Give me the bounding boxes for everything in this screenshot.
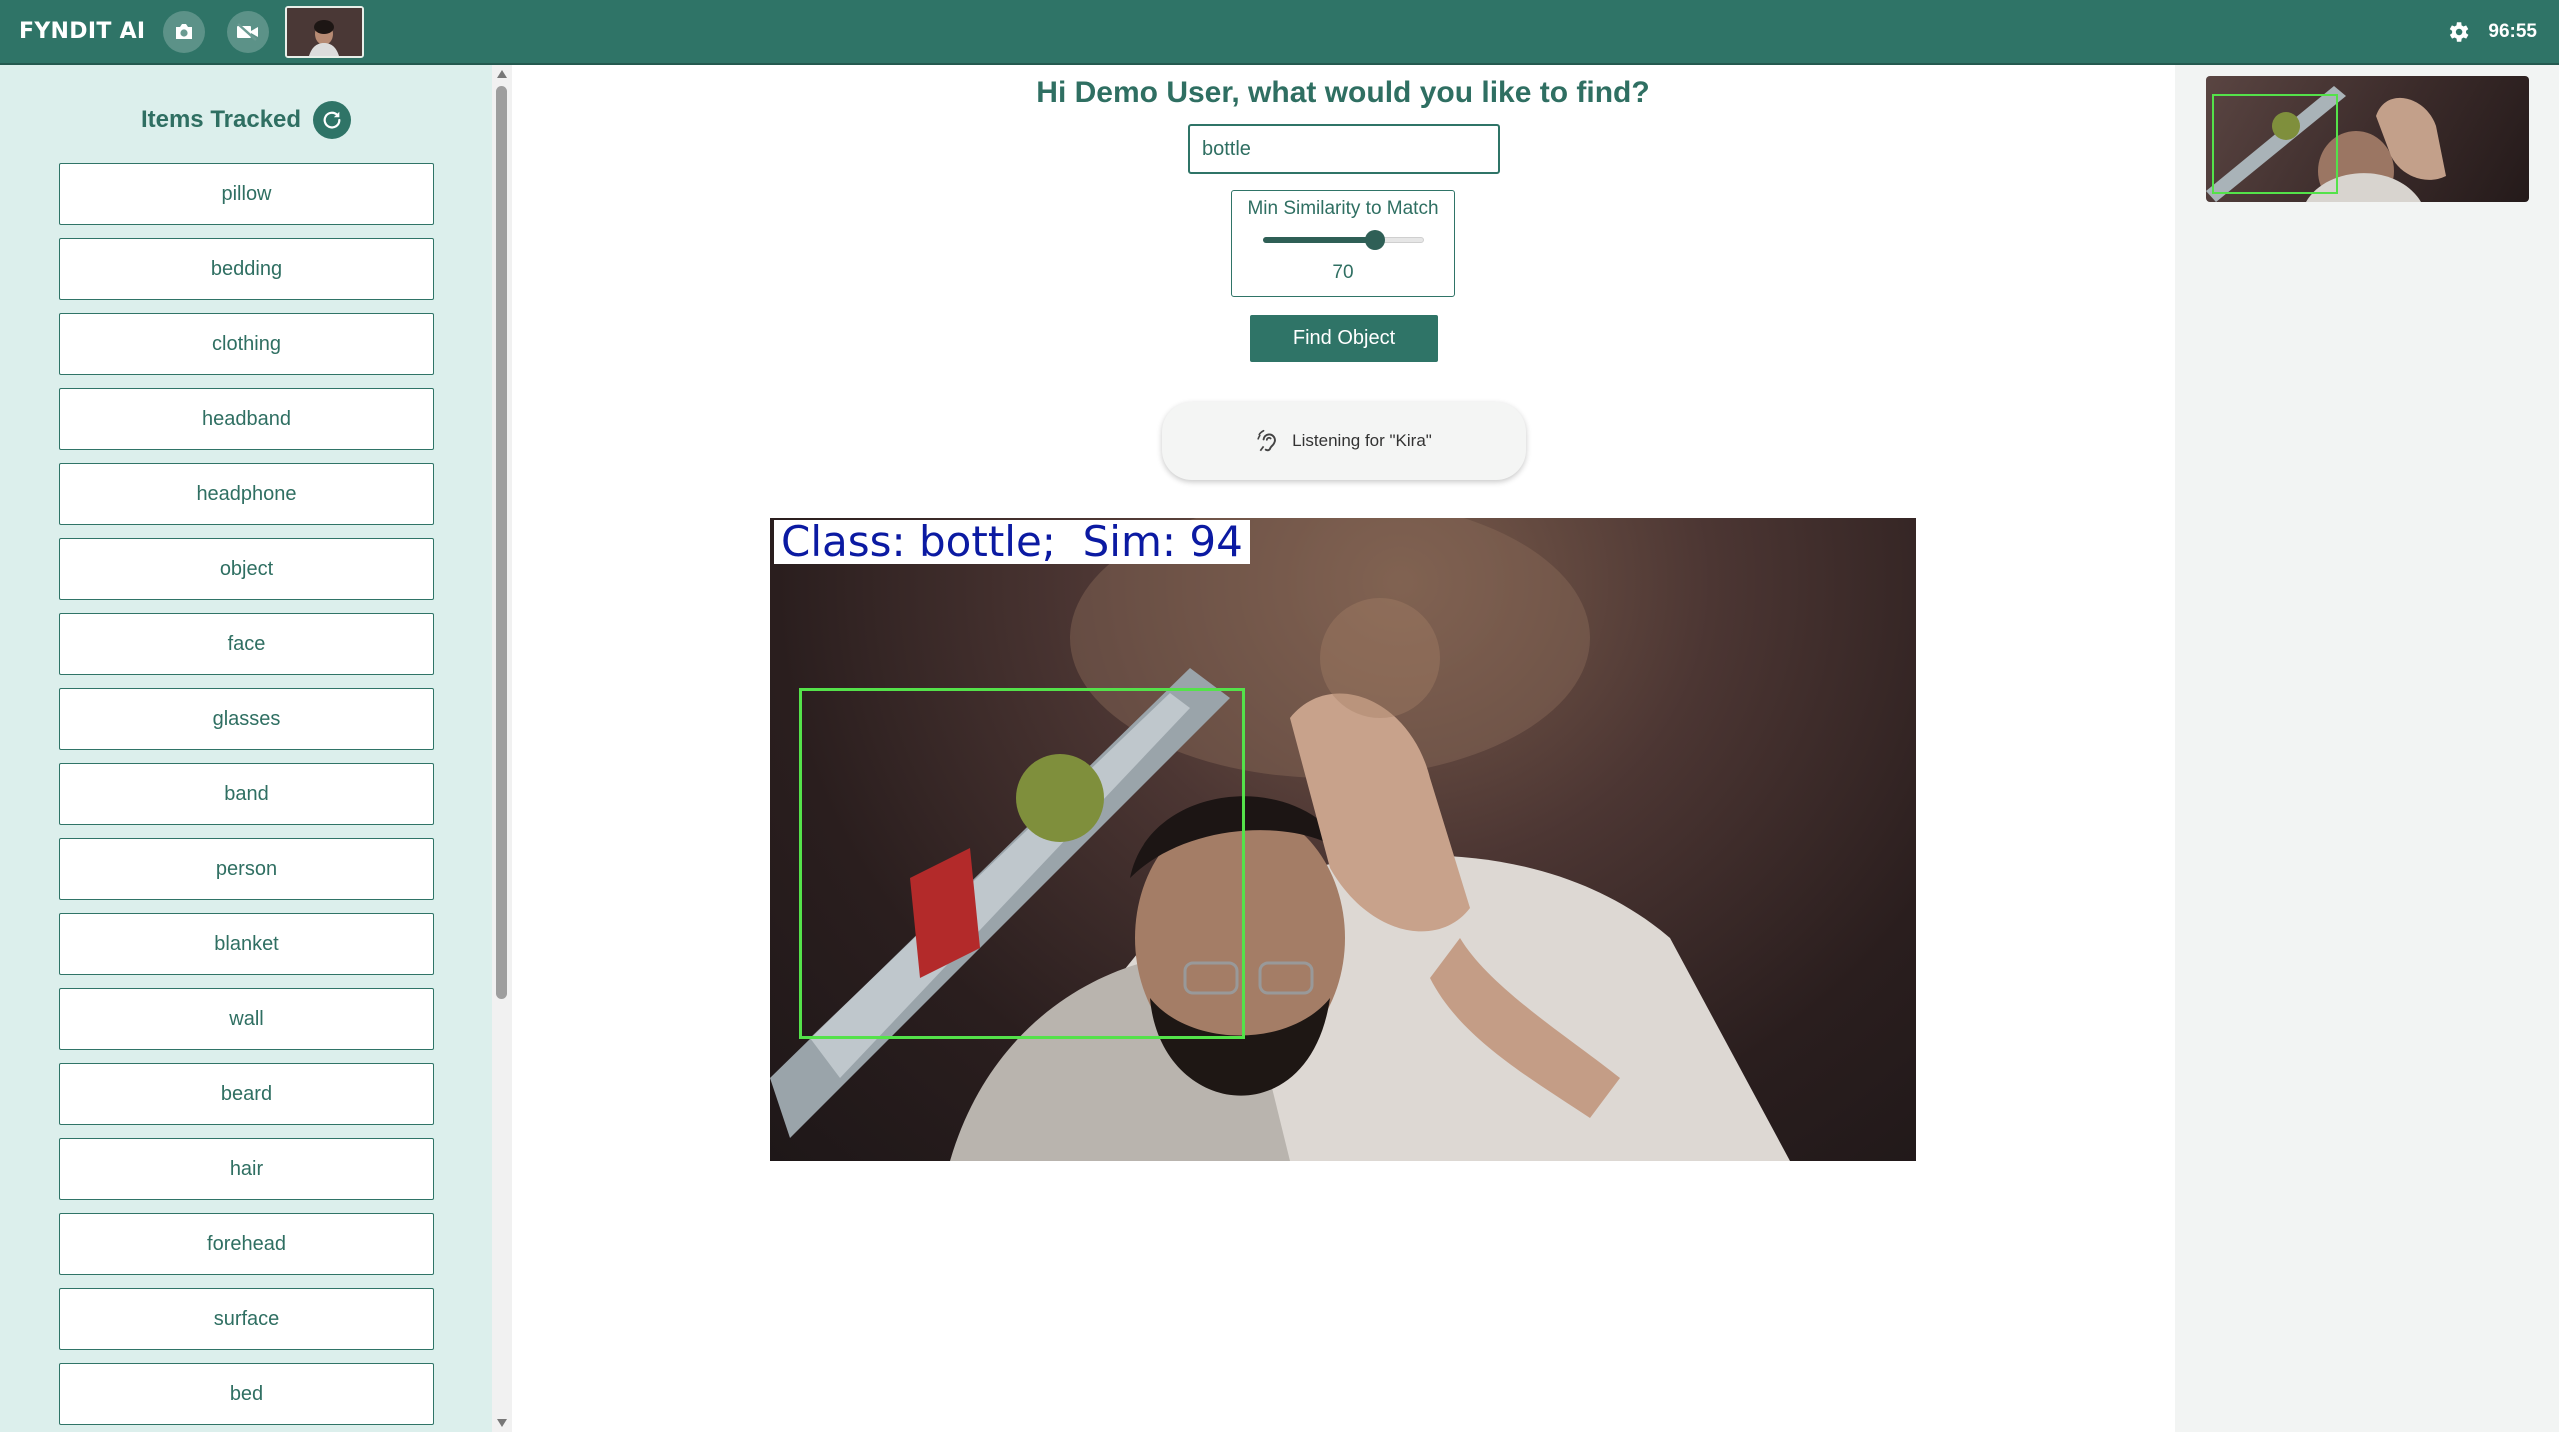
- scroll-up-arrow[interactable]: [497, 70, 507, 78]
- brand-logo: FYNDIT AI: [19, 19, 146, 44]
- detection-thumbnail[interactable]: [2206, 76, 2529, 202]
- slider-fill: [1262, 237, 1376, 243]
- tracked-item[interactable]: forehead: [59, 1213, 434, 1275]
- similarity-control: Min Similarity to Match 70: [1231, 190, 1455, 297]
- scroll-down-arrow[interactable]: [497, 1419, 507, 1427]
- tracked-item[interactable]: person: [59, 838, 434, 900]
- tracked-item[interactable]: band: [59, 763, 434, 825]
- similarity-slider[interactable]: [1262, 230, 1424, 250]
- items-tracked-sidebar: Items Tracked pillow bedding clothing he…: [0, 65, 492, 1432]
- scrollbar-thumb[interactable]: [496, 86, 507, 999]
- tracked-item[interactable]: surface: [59, 1288, 434, 1350]
- tracked-item[interactable]: hair: [59, 1138, 434, 1200]
- listening-status: Listening for "Kira": [1292, 431, 1432, 450]
- refresh-button[interactable]: [313, 101, 352, 139]
- voice-listening-pill[interactable]: Listening for "Kira": [1162, 402, 1526, 480]
- right-panel: [2175, 65, 2559, 1432]
- tracked-item[interactable]: beard: [59, 1063, 434, 1125]
- search-input[interactable]: [1188, 124, 1500, 174]
- camera-preview-thumbnail[interactable]: [285, 5, 365, 58]
- refresh-icon: [323, 111, 341, 129]
- find-object-button[interactable]: Find Object: [1250, 315, 1438, 362]
- sidebar-scrollbar[interactable]: [492, 65, 512, 1432]
- tracked-item[interactable]: clothing: [59, 313, 434, 375]
- items-tracked-title: Items Tracked: [140, 106, 302, 133]
- tracked-items-list: pillow bedding clothing headband headpho…: [59, 163, 434, 1438]
- video-off-icon: [237, 22, 259, 41]
- top-bar: FYNDIT AI 96:55: [0, 0, 2559, 65]
- main-content: Hi Demo User, what would you like to fin…: [512, 65, 2174, 1432]
- camera-button[interactable]: [163, 10, 206, 53]
- detection-label: Class: bottle; Sim: 94: [774, 520, 1250, 564]
- camera-icon: [176, 23, 193, 39]
- similarity-value: 70: [1332, 262, 1354, 283]
- items-tracked-header: Items Tracked: [0, 101, 492, 139]
- tracked-item[interactable]: headband: [59, 388, 434, 450]
- tracked-item[interactable]: headphone: [59, 463, 434, 525]
- session-timer: 96:55: [2488, 20, 2537, 42]
- gear-icon[interactable]: [2445, 19, 2471, 45]
- similarity-label: Min Similarity to Match: [1247, 198, 1439, 219]
- slider-thumb[interactable]: [1365, 230, 1386, 250]
- tracked-item[interactable]: blanket: [59, 913, 434, 975]
- tracked-item[interactable]: face: [59, 613, 434, 675]
- tracked-item[interactable]: bed: [59, 1363, 434, 1425]
- greeting-heading: Hi Demo User, what would you like to fin…: [1036, 76, 1650, 109]
- camera-feed: Class: bottle; Sim: 94: [770, 518, 1916, 1161]
- tracked-item[interactable]: bedding: [59, 238, 434, 300]
- ear-listening-icon: [1257, 429, 1277, 452]
- tracked-item[interactable]: pillow: [59, 163, 434, 225]
- tracked-item[interactable]: wall: [59, 988, 434, 1050]
- thumbnail-bounding-box: [2212, 94, 2338, 194]
- tracked-item[interactable]: glasses: [59, 688, 434, 750]
- detection-bounding-box: [799, 688, 1245, 1039]
- video-toggle-button[interactable]: [227, 10, 270, 53]
- tracked-item[interactable]: object: [59, 538, 434, 600]
